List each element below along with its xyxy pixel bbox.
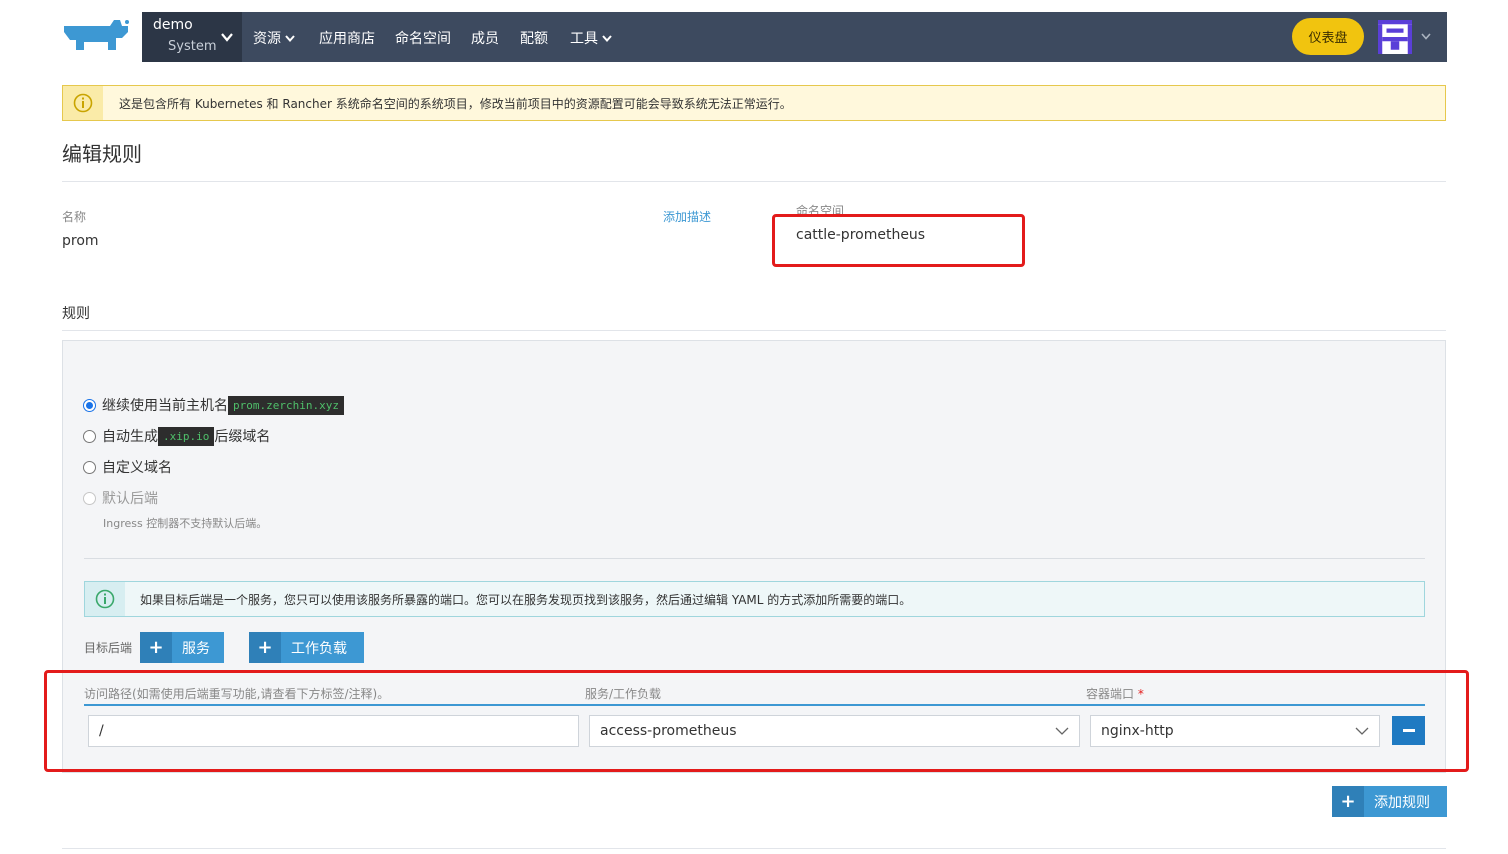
divider — [84, 558, 1425, 559]
divider — [62, 330, 1446, 331]
info-text: 如果目标后端是一个服务，您只可以使用该服务所暴露的端口。您可以在服务发现页找到该… — [140, 593, 912, 607]
name-value: prom — [62, 233, 99, 249]
info-icon — [95, 589, 115, 609]
info-icon-box — [85, 582, 125, 616]
radio-button[interactable] — [83, 429, 96, 443]
nav-resources[interactable]: 资源 — [253, 28, 296, 48]
radio-button[interactable] — [83, 460, 96, 474]
xip-code: .xip.io — [158, 426, 215, 446]
info-banner: 如果目标后端是一个服务，您只可以使用该服务所暴露的端口。您可以在服务发现页找到该… — [84, 581, 1425, 617]
target-backend-label: 目标后端 — [84, 641, 133, 655]
divider — [62, 181, 1446, 182]
chevron-down-icon[interactable] — [1420, 30, 1432, 42]
rancher-logo-icon[interactable] — [62, 18, 130, 56]
info-icon — [73, 93, 93, 113]
add-rule-button[interactable]: + 添加规则 — [1332, 786, 1447, 817]
nav-members[interactable]: 成员 — [471, 28, 499, 48]
option-custom-domain[interactable]: 自定义域名 — [83, 457, 172, 477]
hostname-code: prom.zerchin.xyz — [228, 395, 344, 415]
add-workload-button[interactable]: + 工作负载 — [249, 632, 364, 663]
option-default-backend: 默认后端 — [83, 488, 158, 508]
nav-namespaces[interactable]: 命名空间 — [395, 28, 451, 48]
rules-heading: 规则 — [62, 306, 90, 322]
nav-quotas[interactable]: 配额 — [520, 28, 548, 48]
plus-icon: + — [249, 632, 281, 663]
dashboard-button[interactable]: 仪表盘 — [1292, 18, 1364, 55]
highlight-annotation-namespace — [772, 214, 1025, 267]
project-cluster: System — [168, 39, 217, 54]
project-name: demo — [153, 17, 193, 33]
avatar[interactable] — [1378, 20, 1412, 54]
chevron-down-icon — [602, 35, 612, 43]
radio-button — [83, 491, 96, 505]
top-navigation-bar: demo System 资源 应用商店 命名空间 成员 配额 工具 仪表盘 — [142, 12, 1447, 62]
chevron-down-icon — [221, 33, 233, 42]
add-service-button[interactable]: + 服务 — [140, 632, 224, 663]
project-switcher[interactable]: demo System — [142, 12, 242, 62]
radio-button[interactable] — [83, 398, 96, 412]
option-keep-hostname[interactable]: 继续使用当前主机名 prom.zerchin.xyz — [83, 395, 344, 415]
option-auto-generate[interactable]: 自动生成 .xip.io 后缀域名 — [83, 426, 270, 446]
warning-text: 这是包含所有 Kubernetes 和 Rancher 系统命名空间的系统项目，… — [119, 97, 792, 111]
warning-icon-box — [63, 86, 103, 120]
divider — [62, 848, 1446, 849]
nav-tools[interactable]: 工具 — [570, 28, 613, 48]
system-project-warning: 这是包含所有 Kubernetes 和 Rancher 系统命名空间的系统项目，… — [62, 85, 1446, 121]
plus-icon: + — [140, 632, 172, 663]
nav-catalog[interactable]: 应用商店 — [319, 28, 375, 48]
page-title: 编辑规则 — [62, 142, 142, 166]
highlight-annotation-rule-row — [44, 670, 1469, 772]
chevron-down-icon — [285, 35, 295, 43]
ingress-hint: Ingress 控制器不支持默认后端。 — [103, 517, 268, 530]
name-label: 名称 — [62, 210, 87, 224]
add-description-link[interactable]: 添加描述 — [663, 208, 711, 225]
plus-icon: + — [1332, 786, 1364, 817]
